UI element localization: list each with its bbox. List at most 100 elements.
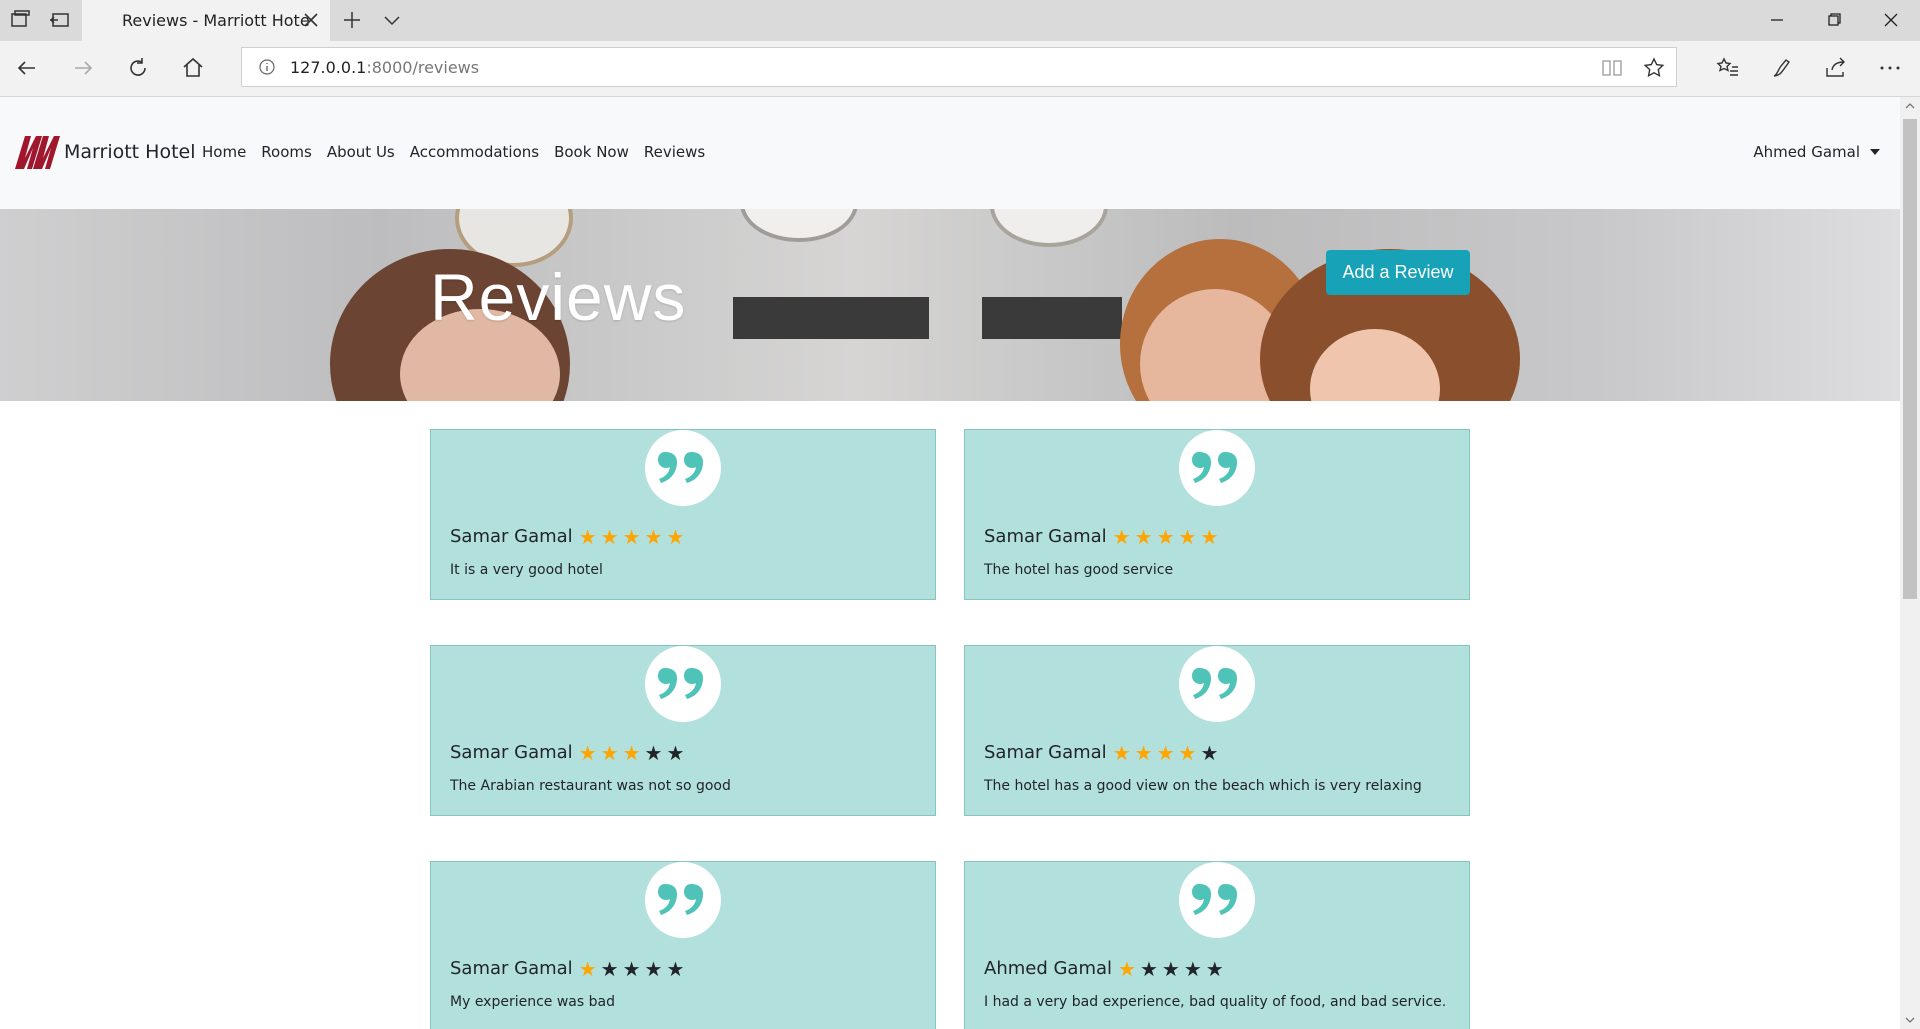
scrollbar-thumb[interactable] <box>1903 119 1917 599</box>
more-options-icon[interactable] <box>1877 55 1903 81</box>
star-empty-icon: ★ <box>1200 740 1219 765</box>
review-text: The Arabian restaurant was not so good <box>450 778 731 794</box>
nav-link-about-us[interactable]: About Us <box>327 143 395 161</box>
scrollbar[interactable] <box>1900 97 1920 1029</box>
review-header: Samar Gamal ★ ★ ★ ★ ★ <box>984 526 1218 547</box>
refresh-icon[interactable] <box>125 55 151 81</box>
star-filled-icon: ★ <box>600 524 619 549</box>
nav-link-rooms[interactable]: Rooms <box>261 143 312 161</box>
review-header: Samar Gamal ★ ★ ★ ★ ★ <box>984 742 1218 763</box>
nav-link-reviews[interactable]: Reviews <box>644 143 705 161</box>
review-card: Samar Gamal ★ ★ ★ ★ ★ The hotel has a good vie… <box>964 645 1470 816</box>
page-title: Reviews <box>430 260 687 334</box>
star-empty-icon: ★ <box>666 956 685 981</box>
nav-link-home[interactable]: Home <box>202 143 246 161</box>
tab-title: Reviews - Marriott Hote <box>122 11 310 30</box>
star-filled-icon: ★ <box>1134 524 1153 549</box>
browser-tab-bar: Reviews - Marriott Hote <box>0 0 1920 41</box>
review-header: Ahmed Gamal ★ ★ ★ ★ ★ <box>984 958 1224 979</box>
quote-icon <box>645 430 721 506</box>
review-text: I had a very bad experience, bad quality… <box>984 994 1447 1010</box>
forward-arrow-icon[interactable] <box>70 55 96 81</box>
review-header: Samar Gamal ★ ★ ★ ★ ★ <box>450 958 684 979</box>
new-tab-icon[interactable] <box>340 8 364 32</box>
star-rating: ★ ★ ★ ★ ★ <box>1113 527 1219 547</box>
star-rating: ★ ★ ★ ★ ★ <box>1118 959 1224 979</box>
hero-decor-clock-3 <box>990 209 1108 247</box>
star-filled-icon: ★ <box>622 740 641 765</box>
site-info-icon[interactable] <box>258 58 276 76</box>
star-filled-icon: ★ <box>600 740 619 765</box>
star-filled-icon: ★ <box>1178 740 1197 765</box>
star-filled-icon: ★ <box>1156 524 1175 549</box>
star-empty-icon: ★ <box>644 740 663 765</box>
star-empty-icon: ★ <box>1139 956 1158 981</box>
reading-view-icon[interactable] <box>1600 56 1624 80</box>
back-arrow-icon[interactable] <box>14 55 40 81</box>
star-rating: ★ ★ ★ ★ ★ <box>1113 743 1219 763</box>
hero-banner: Reviews Add a Review <box>0 209 1900 401</box>
url-host: 127.0.0.1 <box>290 58 367 77</box>
star-rating: ★ ★ ★ ★ ★ <box>579 959 685 979</box>
star-empty-icon: ★ <box>644 956 663 981</box>
scroll-up-icon[interactable] <box>1904 101 1916 111</box>
review-header: Samar Gamal ★ ★ ★ ★ ★ <box>450 742 684 763</box>
reviewer-name: Ahmed Gamal <box>984 958 1113 979</box>
star-empty-icon: ★ <box>622 956 641 981</box>
review-card: Samar Gamal ★ ★ ★ ★ ★ It is a very good hotel <box>430 429 936 600</box>
favorites-list-icon[interactable] <box>1715 55 1741 81</box>
browser-tab[interactable]: Reviews - Marriott Hote <box>82 0 330 41</box>
url-path: :8000/reviews <box>366 58 480 77</box>
marriott-logo-icon <box>15 136 60 169</box>
restore-icon[interactable] <box>1820 8 1848 32</box>
star-empty-icon: ★ <box>1205 956 1224 981</box>
nav-link-accommodations[interactable]: Accommodations <box>410 143 539 161</box>
star-filled-icon: ★ <box>578 956 597 981</box>
star-filled-icon: ★ <box>644 524 663 549</box>
home-icon[interactable] <box>180 55 206 81</box>
address-bar[interactable]: 127.0.0.1:8000/reviews <box>241 47 1677 87</box>
review-header: Samar Gamal ★ ★ ★ ★ ★ <box>450 526 684 547</box>
star-filled-icon: ★ <box>1178 524 1197 549</box>
star-rating: ★ ★ ★ ★ ★ <box>579 527 685 547</box>
quote-icon <box>1179 430 1255 506</box>
review-text: It is a very good hotel <box>450 562 603 578</box>
set-aside-tabs-icon[interactable] <box>48 8 72 32</box>
star-filled-icon: ★ <box>1112 524 1131 549</box>
site-navbar: Marriott Hotel Home Rooms About Us Accom… <box>0 97 1900 209</box>
tab-actions-icon[interactable] <box>8 8 32 32</box>
close-window-icon[interactable] <box>1877 8 1905 32</box>
quote-icon <box>645 862 721 938</box>
caret-down-icon <box>1870 149 1880 155</box>
review-card: Samar Gamal ★ ★ ★ ★ ★ My experience was bad <box>430 861 936 1029</box>
favorite-star-icon[interactable] <box>1642 56 1666 80</box>
url-text: 127.0.0.1:8000/reviews <box>290 58 479 77</box>
scroll-down-icon[interactable] <box>1904 1015 1916 1025</box>
user-dropdown[interactable]: Ahmed Gamal <box>1753 143 1880 161</box>
star-filled-icon: ★ <box>622 524 641 549</box>
reviewer-name: Samar Gamal <box>984 526 1107 547</box>
review-card: Samar Gamal ★ ★ ★ ★ ★ The hotel has good servi… <box>964 429 1470 600</box>
star-empty-icon: ★ <box>666 740 685 765</box>
nav-link-book-now[interactable]: Book Now <box>554 143 629 161</box>
star-empty-icon: ★ <box>1183 956 1202 981</box>
share-icon[interactable] <box>1823 55 1849 81</box>
pen-notes-icon[interactable] <box>1769 55 1795 81</box>
tab-list-chevron-icon[interactable] <box>380 8 404 32</box>
quote-icon <box>645 646 721 722</box>
review-text: My experience was bad <box>450 994 615 1010</box>
review-text: The hotel has a good view on the beach w… <box>984 778 1422 794</box>
main-menu: Home Rooms About Us Accommodations Book … <box>202 143 720 161</box>
star-filled-icon: ★ <box>1118 956 1136 981</box>
minimize-icon[interactable] <box>1763 8 1791 32</box>
add-review-button[interactable]: Add a Review <box>1326 250 1470 295</box>
star-filled-icon: ★ <box>578 740 597 765</box>
brand-link[interactable]: Marriott Hotel <box>14 132 196 172</box>
star-filled-icon: ★ <box>666 524 685 549</box>
star-filled-icon: ★ <box>1112 740 1131 765</box>
star-rating: ★ ★ ★ ★ ★ <box>579 743 685 763</box>
star-filled-icon: ★ <box>1156 740 1175 765</box>
user-name: Ahmed Gamal <box>1753 143 1860 161</box>
star-filled-icon: ★ <box>1200 524 1219 549</box>
close-tab-icon[interactable] <box>302 11 320 29</box>
